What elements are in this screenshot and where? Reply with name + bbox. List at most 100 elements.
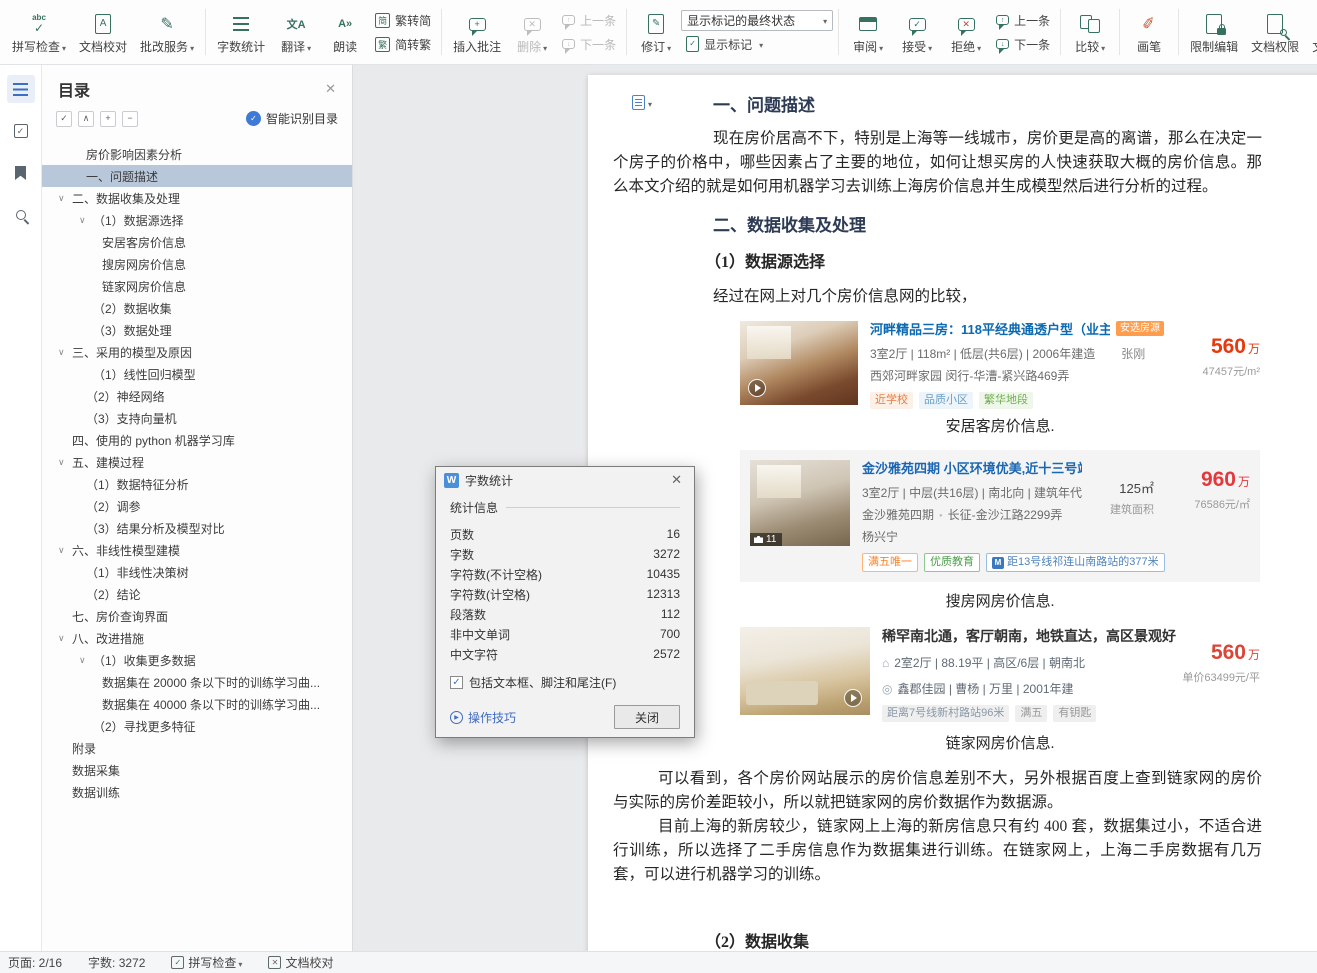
chevron-down-icon[interactable] (58, 348, 72, 357)
accept-button[interactable]: ✓ 接受 (893, 3, 941, 61)
toc-item[interactable]: 二、数据收集及处理 (42, 187, 352, 209)
doc-proofread-button[interactable]: A 文档校对 (73, 3, 133, 61)
toc-item[interactable]: 五、建模过程 (42, 451, 352, 473)
listing-card-lianjia[interactable]: 稀罕南北通，客厅朝南，地铁直达，高区景观好 ⌂ 2室2厅 | 88.19平 | 高… (740, 627, 1260, 722)
checkbox-checked-icon[interactable]: ✓ (450, 676, 463, 689)
brush-button[interactable]: ✐ 画笔 (1125, 3, 1173, 61)
correction-service-button[interactable]: ✎ 批改服务 (134, 3, 200, 61)
restrict-edit-button[interactable]: 限制编辑 (1184, 3, 1244, 61)
select-all-icon[interactable]: ✓ (56, 110, 72, 127)
search-pane-icon[interactable] (7, 201, 35, 229)
prev-revision-button[interactable]: ↑ 上一条 (991, 10, 1055, 31)
listing-card-anjuke[interactable]: 河畔精品三房：118平经典通透户型（业主诚售，有钥匙随时看） 安选房源 3室2厅… (740, 319, 1260, 409)
reject-button[interactable]: ✕ 拒绝 (942, 3, 990, 61)
toc-item[interactable]: （1）数据源选择 (42, 209, 352, 231)
toc-item[interactable]: （3）数据处理 (42, 319, 352, 341)
brush-icon: ✐ (1141, 15, 1158, 34)
toc-item[interactable]: 房价影响因素分析 (42, 143, 352, 165)
toc-item[interactable]: （1）线性回归模型 (42, 363, 352, 385)
collapse-icon[interactable]: − (122, 110, 138, 127)
toc-item[interactable]: 数据集在 20000 条以下时的训练学习曲... (42, 671, 352, 693)
word-count-button[interactable]: 字数统计 (211, 3, 271, 61)
insert-comment-button[interactable]: + 插入批注 (447, 3, 507, 61)
translate-button[interactable]: 文A 翻译 (272, 3, 320, 61)
compare-button[interactable]: 比较 (1066, 3, 1114, 61)
document-page[interactable]: 一、问题描述 现在房价居高不下，特别是上海等一线城市，房价更是高的离谱，那么在决… (588, 75, 1317, 951)
toc-item[interactable]: （3）支持向量机 (42, 407, 352, 429)
read-aloud-button[interactable]: A» 朗读 (321, 3, 369, 61)
show-markup-button[interactable]: ✓ 显示标记 (681, 34, 833, 55)
figure-caption: 链家网房价信息. (945, 736, 1055, 752)
chevron-down-icon[interactable] (79, 656, 93, 665)
next-revision-button[interactable]: ↓ 下一条 (991, 34, 1055, 55)
simp-to-trad-button[interactable]: 繁简转繁 (370, 34, 436, 55)
proofread-status[interactable]: ✕ 文档校对 (268, 954, 333, 971)
outline-pane-icon[interactable] (6, 75, 35, 103)
toc-item[interactable]: 七、房价查询界面 (42, 605, 352, 627)
chevron-down-icon[interactable] (58, 194, 72, 203)
close-icon[interactable]: ✕ (325, 81, 336, 97)
toc-item-label: （1）数据特征分析 (86, 477, 189, 492)
listing-title[interactable]: 稀罕南北通，客厅朝南，地铁直达，高区景观好 (882, 627, 1176, 645)
dialog-titlebar[interactable]: W 字数统计 ✕ (436, 467, 694, 493)
toc-item[interactable]: （2）神经网络 (42, 385, 352, 407)
toc-item[interactable]: 三、采用的模型及原因 (42, 341, 352, 363)
toc-item[interactable]: 附录 (42, 737, 352, 759)
community-link[interactable]: 金沙雅苑四期 (862, 508, 934, 522)
toc-item[interactable]: （2）结论 (42, 583, 352, 605)
accept-icon: ✓ (904, 11, 930, 37)
stat-value: 3272 (653, 547, 680, 561)
checklist-pane-icon[interactable]: ✓ (7, 117, 35, 145)
track-changes-button[interactable]: ✎ 修订 (632, 3, 680, 61)
next-revision-icon: ↓ (996, 39, 1010, 54)
chevron-down-icon[interactable] (79, 216, 93, 225)
toc-item[interactable]: （2）调参 (42, 495, 352, 517)
toc-item[interactable]: 八、改进措施 (42, 627, 352, 649)
chevron-down-icon[interactable] (58, 458, 72, 467)
spellcheck-status[interactable]: ✓ 拼写检查 (171, 954, 242, 971)
listing-card-soufun[interactable]: 11 金沙雅苑四期 小区环境优美,近十三号站50米 3室2厅 | 中层(共16层… (740, 450, 1260, 582)
review-pane-button[interactable]: 审阅 (844, 3, 892, 61)
toc-item[interactable]: 一、问题描述 (42, 165, 352, 187)
chevron-down-icon[interactable] (58, 634, 72, 643)
spell-check-button[interactable]: abc ✓ 拼写检查 (6, 3, 72, 61)
toc-item[interactable]: 数据训练 (42, 781, 352, 803)
toc-item[interactable]: （2）数据收集 (42, 297, 352, 319)
stat-value: 112 (660, 607, 680, 621)
toolbar-separator (838, 9, 840, 55)
toc-item[interactable]: 数据集在 40000 条以下时的训练学习曲... (42, 693, 352, 715)
toc-item-label: 五、建模过程 (72, 455, 145, 470)
toc-item[interactable]: （2）寻找更多特征 (42, 715, 352, 737)
toc-item[interactable]: 链家网房价信息 (42, 275, 352, 297)
listing-title[interactable]: 河畔精品三房：118平经典通透户型（业主诚售，有钥匙随时看） (870, 321, 1110, 338)
toc-item[interactable]: （1）收集更多数据 (42, 649, 352, 671)
toc-item[interactable]: （1）数据特征分析 (42, 473, 352, 495)
word-count-indicator[interactable]: 字数: 3272 (88, 954, 145, 971)
listing-address[interactable]: 长征-金沙江路2299弄 (948, 508, 1063, 522)
toc-item[interactable]: （1）非线性决策树 (42, 561, 352, 583)
dialog-close-icon[interactable]: ✕ (667, 472, 686, 488)
toc-item[interactable]: （3）结果分析及模型对比 (42, 517, 352, 539)
toc-item[interactable]: 搜房网房价信息 (42, 253, 352, 275)
markup-state-select[interactable]: 显示标记的最终状态 (681, 9, 834, 31)
toc-item[interactable]: 四、使用的 python 机器学习库 (42, 429, 352, 451)
page-style-tool[interactable] (632, 95, 652, 110)
bookmark-pane-icon[interactable] (7, 159, 35, 187)
paragraph: 目前上海的新房较少，链家网上上海的新房信息只有约 400 套，数据集过小，不适合… (613, 818, 1262, 883)
toc-item[interactable]: 安居客房价信息 (42, 231, 352, 253)
listing-title[interactable]: 金沙雅苑四期 小区环境优美,近十三号站50米 (862, 460, 1082, 477)
include-footnotes-checkbox[interactable]: ✓ 包括文本框、脚注和尾注(F) (450, 674, 680, 691)
chevron-down-icon[interactable] (58, 546, 72, 555)
smart-toc-button[interactable]: ✓ 智能识别目录 (245, 110, 338, 127)
expand-icon[interactable]: + (100, 110, 116, 127)
trad-to-simp-button[interactable]: 简繁转简 (370, 10, 436, 31)
collapse-all-icon[interactable]: ∧ (78, 110, 94, 127)
close-button[interactable]: 关闭 (614, 705, 680, 729)
doc-cert-button[interactable]: ◎ 文档认证 (1306, 3, 1317, 61)
tips-link[interactable]: ▶ 操作技巧 (450, 709, 516, 726)
correction-service-label: 批改服务 (140, 40, 189, 54)
toc-item[interactable]: 六、非线性模型建模 (42, 539, 352, 561)
toc-item[interactable]: 数据采集 (42, 759, 352, 781)
doc-permission-button[interactable]: 文档权限 (1245, 3, 1305, 61)
page-indicator[interactable]: 页面: 2/16 (8, 954, 62, 971)
